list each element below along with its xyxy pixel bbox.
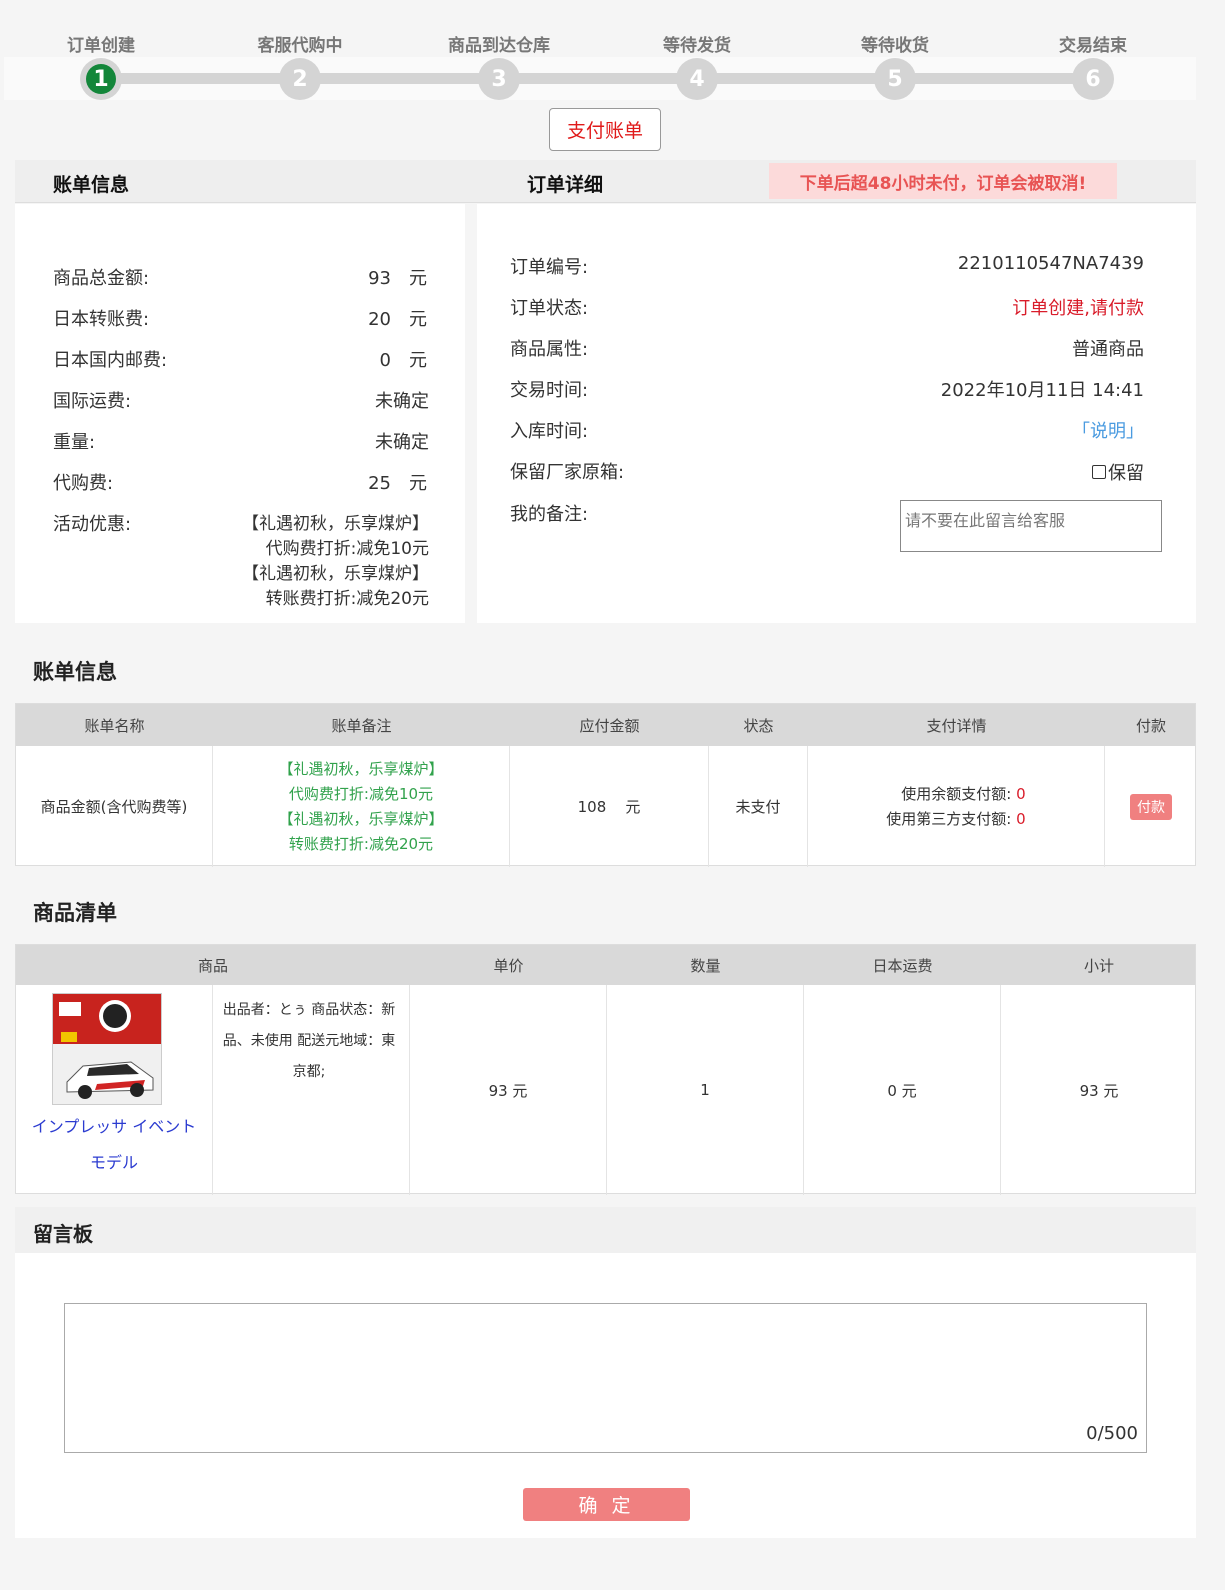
third-party-value: 0: [1016, 809, 1026, 828]
goods-attr-label: 商品属性:: [510, 339, 589, 360]
step-label-1: 订单创建: [67, 36, 135, 56]
goods-section-title: 商品清单: [33, 901, 117, 925]
bill-info-title: 账单信息: [53, 174, 130, 196]
goods-subtotal-cell: 93 元: [1079, 1081, 1119, 1100]
bill-note-line: 【礼遇初秋，乐享煤炉】: [278, 759, 444, 778]
goods-col-item: 商品: [197, 956, 228, 975]
trade-time-label: 交易时间:: [510, 380, 589, 401]
remark-input[interactable]: 请不要在此留言给客服: [900, 500, 1162, 552]
storage-explain-link[interactable]: 「说明」: [1072, 417, 1144, 443]
promo-lines: 【礼遇初秋，乐享煤炉】 代购费打折:减免10元 【礼遇初秋，乐享煤炉】 转账费打…: [242, 512, 429, 612]
goods-col-price: 单价: [493, 956, 524, 975]
promo-line: 转账费打折:减免20元: [265, 589, 429, 609]
product-description: 出品者：とぅ 商品状态：新品、未使用 配送元地域：東京都;: [222, 1002, 396, 1080]
bill-pay-cell: 付款: [1105, 746, 1197, 867]
goods-qty-cell: 1: [607, 985, 804, 1195]
goods-table: 商品 单价 数量 日本运费 小计 インプレッサ イベントモデル 出品者：とぅ 商…: [15, 944, 1196, 1195]
goods-col-subtotal: 小计: [1083, 956, 1114, 975]
promo-line: 代购费打折:减免10元: [265, 539, 429, 559]
keep-box-checkbox[interactable]: [1092, 465, 1106, 479]
product-image[interactable]: [52, 993, 162, 1105]
goods-col-jp-shipping: 日本运费: [872, 956, 933, 975]
balance-value: 0: [1016, 784, 1026, 803]
jp-transfer-fee-label: 日本转账费:: [53, 309, 150, 330]
step-label-3: 商品到达仓库: [448, 36, 550, 56]
intl-shipping-label: 国际运费:: [53, 391, 132, 412]
goods-total-value: 93 元: [368, 268, 427, 289]
goods-jp-shipping-cell: 0 元: [804, 985, 1001, 1195]
message-textarea[interactable]: 0/500: [64, 1303, 1147, 1453]
purchase-fee-value: 25 元: [368, 473, 427, 494]
third-party-label: 使用第三方支付额:: [886, 809, 1012, 828]
bill-amount-value: 108: [577, 797, 607, 816]
step-circle-1: 1: [80, 58, 122, 100]
jp-transfer-fee-value: 20 元: [368, 309, 427, 330]
bill-col-status: 状态: [743, 716, 774, 735]
bill-amount-cell: 108 元: [510, 746, 709, 867]
pay-button[interactable]: 付款: [1130, 793, 1172, 820]
order-detail-title: 订单详细: [527, 174, 604, 196]
bill-note-line: 【礼遇初秋，乐享煤炉】: [278, 809, 444, 828]
bill-col-notes: 账单备注: [331, 716, 392, 735]
bill-name-cell: 商品金额(含代购费等): [16, 746, 213, 867]
order-no-value: 2210110547NA7439: [957, 253, 1144, 274]
jp-domestic-postage-value: 0元: [379, 350, 427, 371]
bill-note-line: 代购费打折:减免10元: [288, 784, 434, 803]
goods-item-cell: インプレッサ イベントモデル: [16, 985, 213, 1195]
weight-label: 重量:: [53, 432, 96, 453]
step-circle-2: 2: [279, 58, 321, 100]
balance-label: 使用余额支付额:: [901, 784, 1012, 803]
goods-attr-value: 普通商品: [1072, 339, 1144, 360]
promo-line: 【礼遇初秋，乐享煤炉】: [242, 514, 429, 534]
bill-col-pay-detail: 支付详情: [926, 716, 987, 735]
order-no-label: 订单编号:: [510, 257, 589, 278]
progress-line: [101, 73, 1081, 84]
bill-col-name: 账单名称: [84, 716, 145, 735]
cancel-warning: 下单后超48小时未付，订单会被取消!: [769, 163, 1117, 199]
bill-status-cell: 未支付: [709, 746, 808, 867]
promo-label: 活动优惠:: [53, 514, 132, 535]
jp-domestic-postage-label: 日本国内邮费:: [53, 350, 168, 371]
goods-total-label: 商品总金额:: [53, 268, 150, 289]
step-label-4: 等待发货: [663, 36, 731, 56]
bill-table: 账单名称 账单备注 应付金额 状态 支付详情 付款 商品金额(含代购费等) 【礼…: [15, 703, 1197, 867]
goods-price-cell: 93 元: [410, 985, 607, 1195]
bill-amount-unit: 元: [625, 798, 641, 816]
promo-line: 【礼遇初秋，乐享煤炉】: [242, 564, 429, 584]
bill-note-line: 转账费打折:减免20元: [288, 834, 434, 853]
intl-shipping-value: 未确定: [375, 391, 429, 412]
trade-time-value: 2022年10月11日 14:41: [940, 380, 1144, 401]
confirm-button[interactable]: 确 定: [523, 1488, 690, 1521]
purchase-fee-label: 代购费:: [53, 473, 114, 494]
goods-col-qty: 数量: [690, 956, 721, 975]
bill-col-pay: 付款: [1135, 716, 1166, 735]
step-circle-5: 5: [874, 58, 916, 100]
step-label-2: 客服代购中: [257, 36, 343, 56]
step-label-5: 等待收货: [861, 36, 929, 56]
pay-bill-button[interactable]: 支付账单: [549, 108, 661, 151]
message-board-title: 留言板: [33, 1222, 93, 1246]
product-name-link[interactable]: インプレッサ イベントモデル: [24, 1109, 204, 1181]
keep-box-text: 保留: [1108, 463, 1144, 484]
bill-notes-cell: 【礼遇初秋，乐享煤炉】 代购费打折:减免10元 【礼遇初秋，乐享煤炉】 转账费打…: [213, 746, 510, 867]
step-circle-3: 3: [478, 58, 520, 100]
step-circle-6: 6: [1072, 58, 1114, 100]
bill-col-amount: 应付金额: [579, 716, 640, 735]
weight-value: 未确定: [375, 432, 429, 453]
storage-time-label: 入库时间:: [510, 421, 589, 442]
bill-section-title: 账单信息: [33, 660, 117, 684]
message-char-counter: 0/500: [1086, 1423, 1138, 1444]
keep-box-option[interactable]: 保留: [1092, 459, 1144, 485]
step-label-6: 交易结束: [1059, 36, 1127, 56]
order-status-value: 订单创建,请付款: [1012, 298, 1144, 319]
goods-desc-cell: 出品者：とぅ 商品状态：新品、未使用 配送元地域：東京都;: [213, 985, 410, 1195]
order-status-label: 订单状态:: [510, 298, 589, 319]
keep-box-label: 保留厂家原箱:: [510, 462, 625, 483]
step-circle-4: 4: [676, 58, 718, 100]
message-board-header: [15, 1207, 1196, 1253]
remark-label: 我的备注:: [510, 504, 589, 525]
bill-pay-detail-cell: 使用余额支付额: 0 使用第三方支付额: 0: [808, 746, 1105, 867]
product-thumbnail-icon: [53, 994, 161, 1104]
